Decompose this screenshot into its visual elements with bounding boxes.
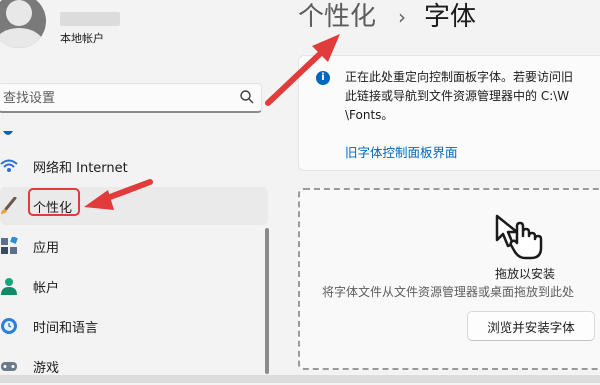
sidebar-item-network[interactable]: 网络和 Internet (0, 147, 268, 185)
search-box[interactable] (0, 83, 262, 113)
search-input[interactable] (3, 89, 223, 107)
info-card: i 正在此处重定向控制面板字体。若要访问旧 此链接或导航到文件资源管理器中的 C… (298, 55, 600, 171)
sidebar-item-label: 游戏 (33, 361, 60, 376)
sidebar-scrollbar[interactable] (265, 228, 269, 374)
annotation-highlight-box (28, 188, 80, 216)
sidebar-item-accounts[interactable]: 帐户 (0, 267, 268, 305)
sidebar-item-label: 应用 (33, 241, 60, 256)
breadcrumb-separator: › (398, 5, 406, 29)
wifi-icon (0, 159, 18, 172)
system-icon (3, 131, 13, 135)
avatar[interactable] (0, 0, 46, 48)
user-name-redacted (60, 12, 120, 26)
drop-zone-title: 拖放以安装 (495, 267, 556, 281)
info-icon: i (316, 71, 330, 85)
sidebar-item-apps[interactable]: 应用 (0, 227, 268, 265)
drag-hand-icon (495, 214, 543, 260)
account-icon (1, 278, 17, 295)
brush-icon (1, 197, 17, 214)
sidebar-item-label: 时间和语言 (33, 321, 99, 336)
info-text: 正在此处重定向控制面板字体。若要访问旧 此链接或导航到文件资源管理器中的 C:\… (345, 70, 574, 122)
sidebar-item-label: 网络和 Internet (33, 161, 128, 176)
search-icon[interactable] (239, 89, 255, 105)
browse-install-fonts-button[interactable]: 浏览并安装字体 (467, 311, 595, 341)
page-title: 字体 (424, 2, 477, 32)
legacy-fonts-link[interactable]: 旧字体控制面板界面 (345, 142, 458, 161)
breadcrumb-parent[interactable]: 个性化 (298, 0, 376, 34)
account-type-label: 本地帐户 (60, 32, 104, 45)
bottom-edge (0, 375, 600, 383)
globe-clock-icon (1, 318, 17, 334)
drop-zone-subtitle: 将字体文件从文件资源管理器或桌面拖放到此处 (322, 285, 575, 299)
sidebar-item-time-language[interactable]: 时间和语言 (0, 307, 268, 345)
game-icon (1, 362, 17, 371)
sidebar-item-label: 帐户 (33, 281, 60, 296)
font-drop-zone[interactable]: 拖放以安装 将字体文件从文件资源管理器或桌面拖放到此处 浏览并安装字体 (298, 188, 600, 370)
apps-icon (1, 237, 18, 254)
